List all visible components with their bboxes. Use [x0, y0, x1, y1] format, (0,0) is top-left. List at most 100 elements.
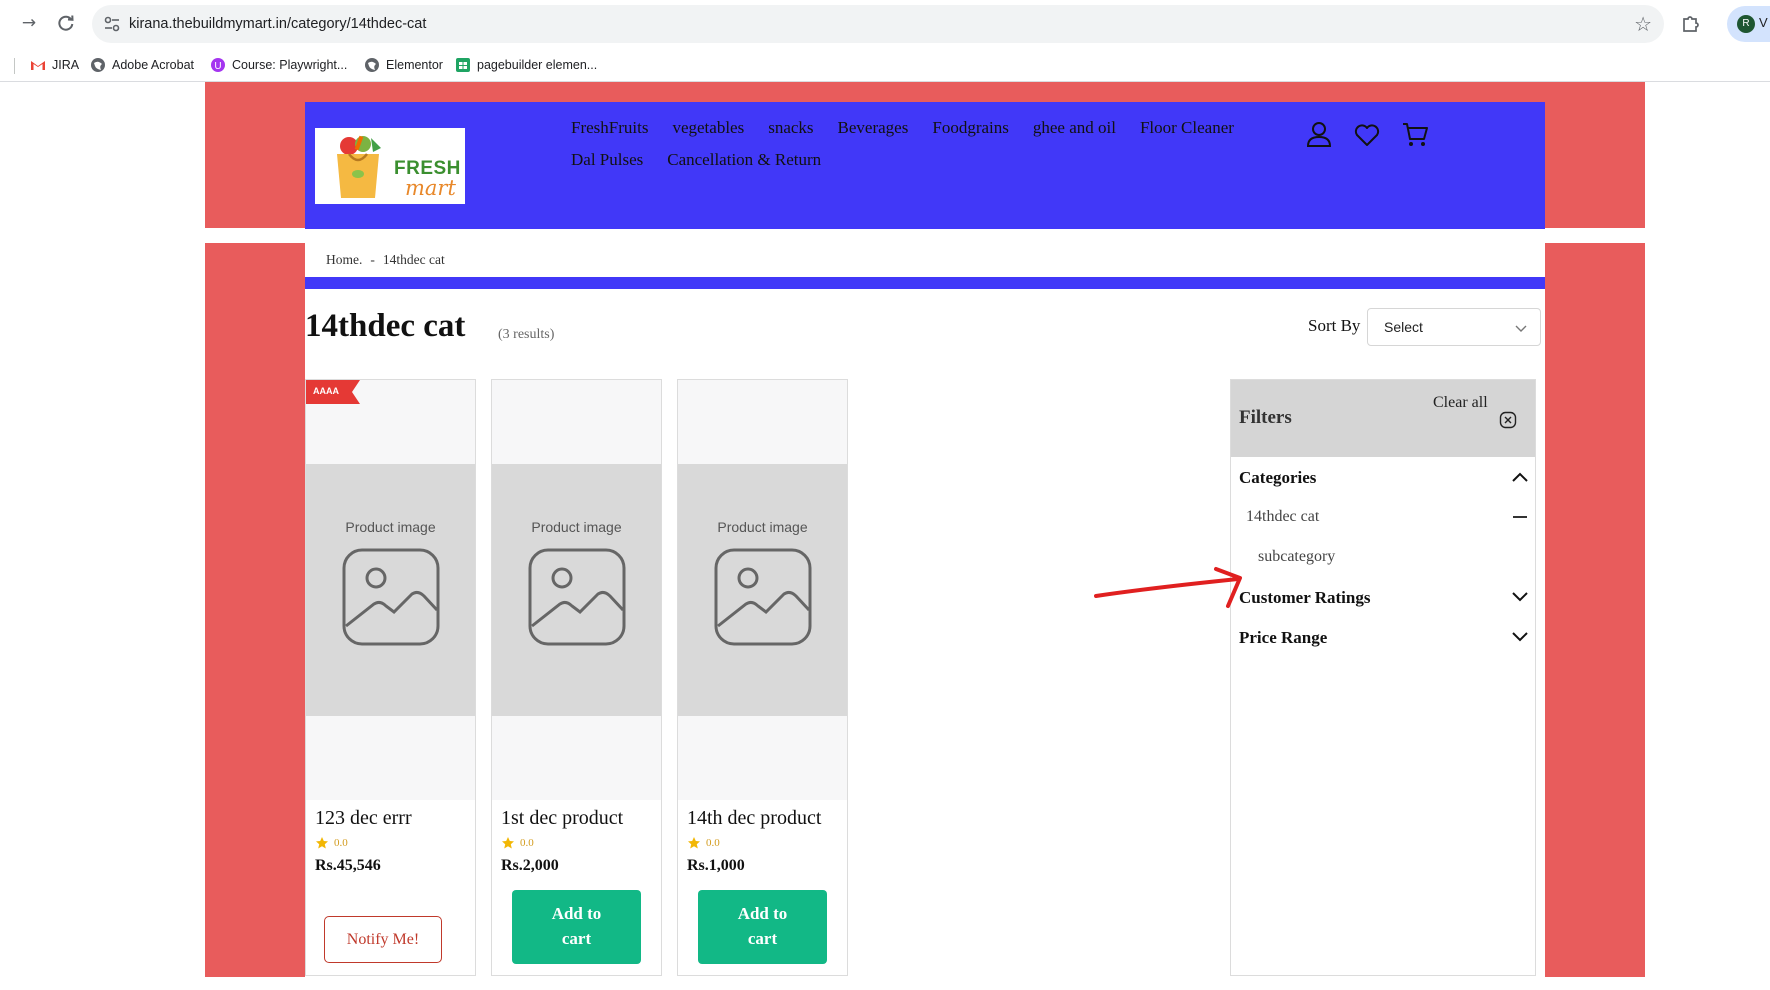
url-text[interactable]: kirana.thebuildmymart.in/category/14thde…: [129, 5, 426, 43]
menu-row: Dal Pulses Cancellation & Return: [571, 144, 1291, 176]
close-icon[interactable]: [1499, 411, 1517, 429]
product-name[interactable]: 123 dec errr: [315, 807, 412, 830]
rating-value: 0.0: [334, 837, 348, 849]
bookmark-label: Elementor: [386, 58, 443, 72]
menu-item-dal-pulses[interactable]: Dal Pulses: [571, 150, 643, 170]
bookmark-elementor[interactable]: Elementor: [364, 48, 443, 82]
menu-item-beverages[interactable]: Beverages: [838, 118, 909, 138]
subcategory-item[interactable]: subcategory: [1239, 544, 1529, 572]
bookmark-label: Adobe Acrobat: [112, 58, 195, 72]
star-icon: [688, 837, 700, 849]
course-icon: U: [211, 58, 225, 72]
bookmark-pagebuilder[interactable]: pagebuilder elemen...: [455, 48, 597, 82]
product-rating: 0.0: [315, 836, 348, 850]
svg-text:U: U: [214, 61, 221, 72]
menu-item-snacks[interactable]: snacks: [768, 118, 813, 138]
filter-categories-header[interactable]: Categories: [1239, 464, 1529, 492]
subcategory-item-label: subcategory: [1258, 548, 1336, 565]
profile-button[interactable]: R V: [1727, 6, 1770, 42]
globe-icon: [91, 58, 105, 72]
product-card[interactable]: Product image 1st dec product 0.0 Rs.2,0…: [491, 379, 662, 976]
bookmark-star-icon[interactable]: ☆: [1634, 12, 1652, 36]
logo-text-mart: mart: [405, 176, 456, 200]
reload-icon[interactable]: [55, 12, 77, 34]
menu-item-floor-cleaner[interactable]: Floor Cleaner: [1140, 118, 1234, 138]
chevron-down-icon: [1512, 592, 1528, 602]
chevron-up-icon: [1512, 472, 1528, 482]
right-side-panel: [1545, 243, 1645, 977]
product-price: Rs.2,000: [501, 857, 559, 874]
bookmarks-bar: JIRA Adobe Acrobat U Course: Playwright.…: [0, 48, 1770, 82]
bookmark-jira[interactable]: JIRA: [30, 48, 79, 82]
wishlist-heart-icon[interactable]: [1352, 119, 1382, 149]
add-to-cart-button[interactable]: Add to cart: [698, 890, 827, 964]
bookmarks-divider: [14, 58, 15, 74]
menu-item-ghee-and-oil[interactable]: ghee and oil: [1033, 118, 1116, 138]
extensions-icon[interactable]: [1680, 12, 1702, 34]
grocery-bag-icon: [337, 135, 381, 198]
breadcrumb-home[interactable]: Home.: [326, 252, 362, 268]
bookmark-label: pagebuilder elemen...: [477, 58, 598, 72]
profile-label: V: [1759, 15, 1768, 30]
product-name[interactable]: 1st dec product: [501, 807, 623, 830]
cart-icon[interactable]: [1400, 119, 1430, 149]
clear-all-link[interactable]: Clear all: [1433, 394, 1488, 412]
rating-value: 0.0: [520, 837, 534, 849]
annotation-arrow-icon: [1094, 567, 1242, 608]
product-image-label: Product image: [345, 519, 436, 535]
rating-value: 0.0: [706, 837, 720, 849]
menu-item-cancellation-return[interactable]: Cancellation & Return: [667, 150, 821, 170]
filter-price-range-label: Price Range: [1239, 628, 1328, 647]
product-price: Rs.1,000: [687, 857, 745, 874]
category-item[interactable]: 14thdec cat: [1239, 504, 1529, 532]
page-title: 14thdec cat: [305, 308, 466, 344]
product-card[interactable]: Product image AAAA 123 dec errr 0.0 Rs.4…: [305, 379, 476, 976]
menu-item-freshfruits[interactable]: FreshFruits: [571, 118, 648, 138]
breadcrumb: Home. - 14thdec cat: [326, 252, 445, 268]
bookmark-adobe-acrobat[interactable]: Adobe Acrobat: [90, 48, 194, 82]
product-price: Rs.45,546: [315, 857, 381, 874]
user-icon[interactable]: [1304, 119, 1334, 149]
star-icon: [316, 837, 328, 849]
breadcrumb-bar: Home. - 14thdec cat: [305, 243, 1545, 277]
filter-categories-label: Categories: [1239, 468, 1317, 487]
badge-text: AAAA: [313, 386, 339, 396]
filter-customer-ratings-label: Customer Ratings: [1239, 588, 1371, 607]
product-image-label: Product image: [717, 519, 808, 535]
minus-icon[interactable]: [1511, 510, 1529, 524]
star-icon: [502, 837, 514, 849]
product-rating: 0.0: [501, 836, 534, 850]
chevron-down-icon: [1512, 632, 1528, 642]
bookmark-label: JIRA: [52, 58, 80, 72]
forward-icon[interactable]: →: [18, 12, 40, 34]
breadcrumb-current: 14thdec cat: [382, 252, 445, 267]
menu-item-vegetables[interactable]: vegetables: [672, 118, 744, 138]
site-header: FRESH mart FreshFruits vegetables snacks…: [305, 102, 1545, 229]
avatar: R: [1737, 15, 1755, 33]
add-to-cart-button[interactable]: Add to cart: [512, 890, 641, 964]
left-side-panel: [205, 243, 305, 977]
filter-customer-ratings-header[interactable]: Customer Ratings: [1239, 584, 1529, 612]
product-image-label: Product image: [531, 519, 622, 535]
image-placeholder-icon: [528, 548, 626, 646]
menu-row: FreshFruits vegetables snacks Beverages …: [571, 112, 1291, 144]
sort-selected-value: Select: [1384, 319, 1423, 335]
main-menu: FreshFruits vegetables snacks Beverages …: [571, 112, 1291, 176]
product-card[interactable]: Product image 14th dec product 0.0 Rs.1,…: [677, 379, 848, 976]
filters-title: Filters: [1239, 407, 1292, 428]
image-placeholder-icon: [342, 548, 440, 646]
address-bar[interactable]: kirana.thebuildmymart.in/category/14thde…: [92, 5, 1664, 43]
bookmark-course-playwright[interactable]: U Course: Playwright...: [210, 48, 347, 82]
product-name[interactable]: 14th dec product: [687, 807, 821, 830]
bookmark-label: Course: Playwright...: [232, 58, 348, 72]
filter-price-range-header[interactable]: Price Range: [1239, 624, 1529, 652]
notify-me-button[interactable]: Notify Me!: [324, 916, 442, 963]
sort-select[interactable]: Select: [1367, 308, 1541, 346]
browser-toolbar: → kirana.thebuildmymart.in/category/14th…: [0, 0, 1770, 48]
site-settings-icon[interactable]: [102, 14, 122, 34]
menu-item-foodgrains[interactable]: Foodgrains: [932, 118, 1009, 138]
filters-header: Filters Clear all: [1231, 380, 1535, 457]
results-count: (3 results): [498, 327, 555, 342]
site-logo[interactable]: FRESH mart: [315, 128, 465, 204]
breadcrumb-separator: -: [370, 252, 375, 267]
